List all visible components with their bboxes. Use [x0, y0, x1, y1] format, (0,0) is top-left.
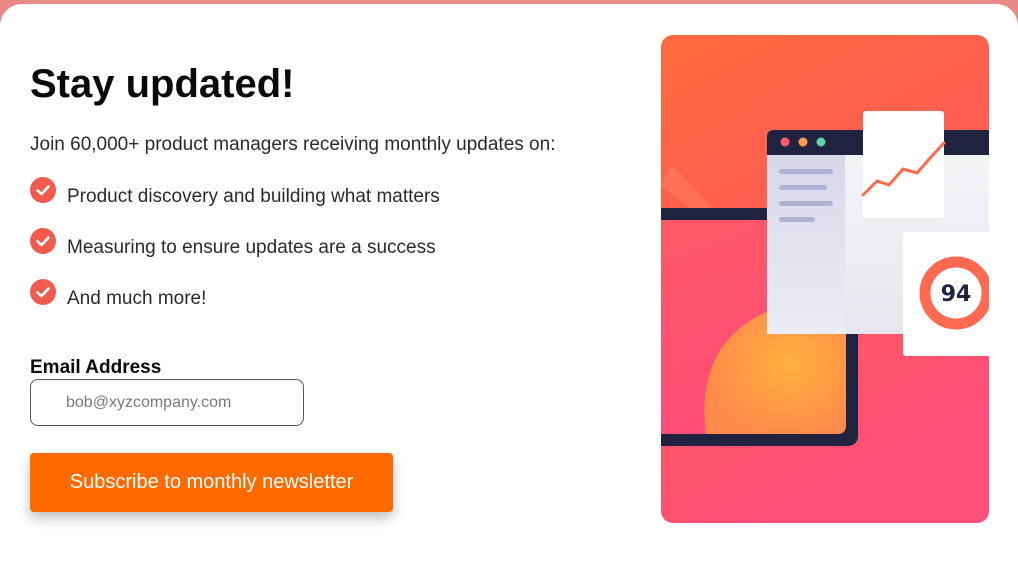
benefit-text: And much more! [67, 288, 207, 309]
newsletter-card: Stay updated! Join 60,000+ product manag… [0, 4, 1018, 582]
intro-text: Join 60,000+ product managers receiving … [30, 134, 556, 155]
score-value: 94 [941, 282, 972, 307]
email-label: Email Address [30, 357, 162, 378]
subscribe-button[interactable]: Subscribe to monthly newsletter [30, 453, 393, 512]
check-circle-icon [30, 228, 56, 254]
check-circle-icon [30, 177, 56, 203]
check-circle-icon [30, 279, 56, 305]
benefit-text: Measuring to ensure updates are a succes… [67, 237, 436, 258]
benefit-text: Product discovery and building what matt… [67, 186, 440, 207]
dashboard-illustration: 94 [661, 35, 989, 523]
page-title: Stay updated! [30, 62, 295, 106]
email-field[interactable] [30, 379, 304, 426]
